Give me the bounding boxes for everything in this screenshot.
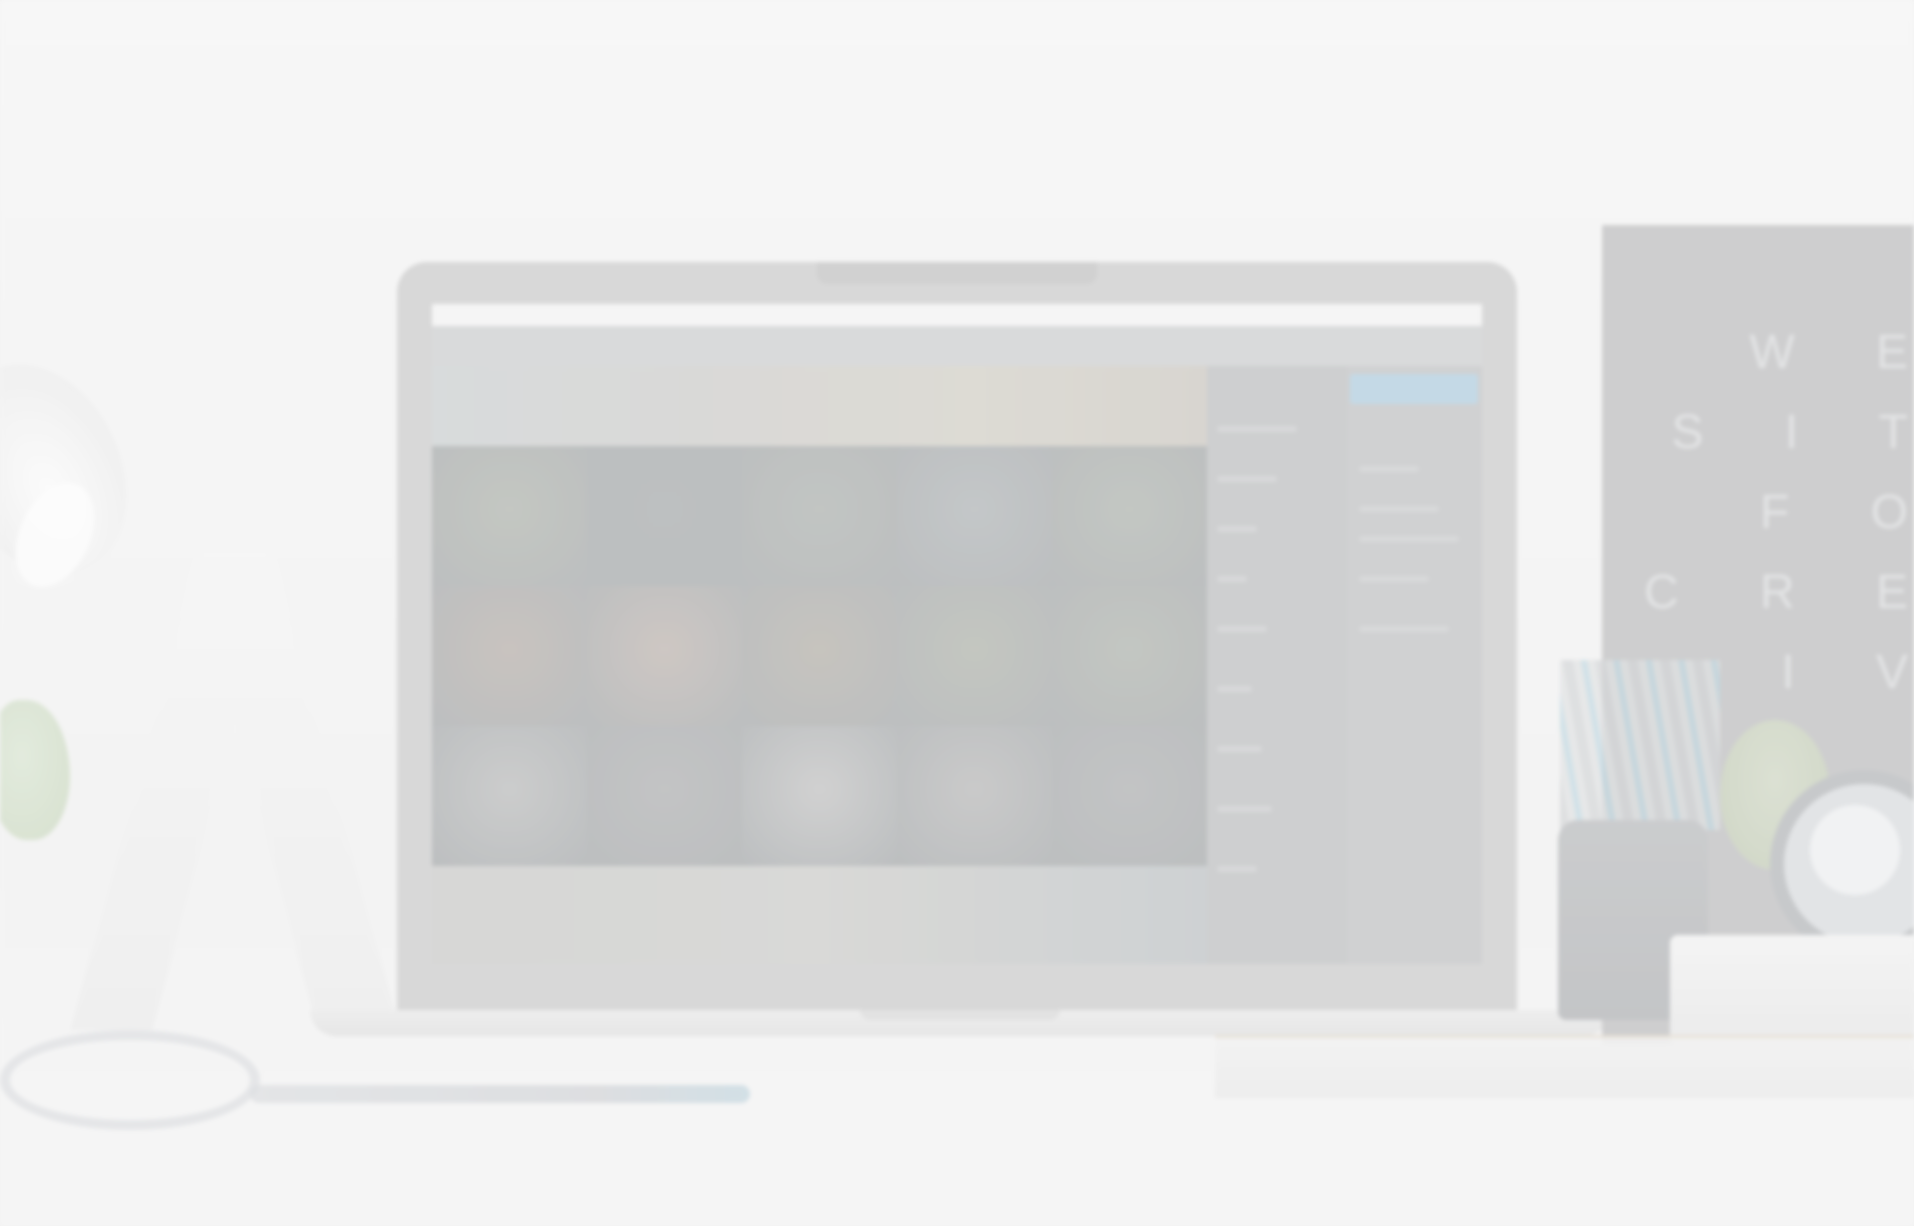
plant-left: [0, 700, 70, 840]
decorative-letter-a: [70, 550, 400, 1030]
desk-clock-face: [1810, 805, 1900, 895]
laptop-screen: [432, 304, 1482, 964]
site-sidebar-filters: [1207, 366, 1347, 964]
poster-line-5: I V: [1781, 646, 1908, 699]
media-thumbnail: [587, 726, 742, 866]
site-navigation: [432, 326, 1482, 366]
poster-line-2: S I T: [1671, 406, 1908, 459]
media-thumbnail: [897, 726, 1052, 866]
laptop-camera-notch: [817, 262, 1097, 284]
media-thumbnail: [1052, 446, 1207, 586]
media-thumbnail: [587, 586, 742, 726]
laptop: [397, 262, 1517, 1018]
media-thumbnail: [742, 586, 897, 726]
poster-line-4: C R E: [1643, 566, 1914, 619]
media-thumbnail: [742, 446, 897, 586]
media-thumbnail: [432, 586, 587, 726]
media-thumbnail: [587, 446, 742, 586]
desk-scene: W E S I T F O C R E I V: [0, 0, 1914, 1226]
site-hero-banner: [432, 366, 1207, 446]
browser-bar: [432, 304, 1482, 326]
sidebar-accent-button: [1350, 374, 1478, 404]
media-thumbnail: [432, 726, 587, 866]
site-sidebar-panel: [1347, 366, 1482, 964]
book-stack: [1670, 935, 1914, 1045]
media-thumbnail-grid: [432, 446, 1207, 866]
media-thumbnail: [742, 726, 897, 866]
coiled-cable: [0, 1030, 260, 1130]
media-thumbnail: [897, 586, 1052, 726]
poster-line-1: W E: [1749, 326, 1908, 379]
usb-cable: [250, 1085, 750, 1103]
media-thumbnail: [1052, 726, 1207, 866]
site-footer-band: [432, 866, 1207, 964]
pencils: [1560, 660, 1720, 830]
media-thumbnail: [432, 446, 587, 586]
laptop-base-notch: [860, 1010, 1060, 1020]
media-thumbnail: [897, 446, 1052, 586]
media-thumbnail: [1052, 586, 1207, 726]
ruler: [1215, 1035, 1914, 1098]
poster-line-3: F O: [1760, 486, 1908, 539]
